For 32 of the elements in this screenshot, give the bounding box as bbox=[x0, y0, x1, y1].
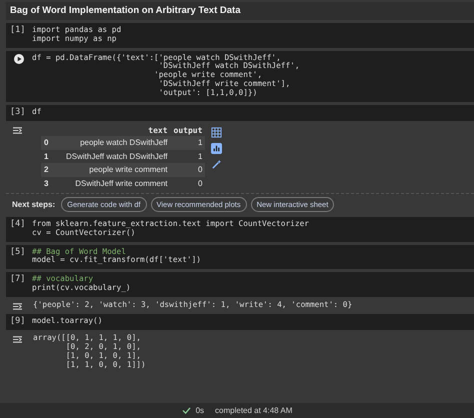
execution-count: [3] bbox=[10, 108, 26, 118]
run-duration: 0s bbox=[196, 406, 204, 415]
magic-wand-icon[interactable] bbox=[211, 159, 222, 170]
notebook-title: Bag of Word Implementation on Arbitrary Text Data bbox=[6, 2, 474, 20]
table-cell: 2 bbox=[41, 163, 63, 177]
chart-icon[interactable] bbox=[211, 143, 222, 154]
table-cell: 0 bbox=[41, 136, 63, 150]
run-button-icon[interactable] bbox=[14, 54, 24, 64]
column-header: output bbox=[170, 125, 206, 136]
table-cell: people watch DSwithJeff bbox=[63, 136, 171, 150]
table-cell: 1 bbox=[170, 150, 206, 164]
output-toggle-icon[interactable] bbox=[12, 126, 23, 136]
table-cell: 1 bbox=[41, 150, 63, 164]
column-header: text bbox=[63, 125, 171, 136]
output-toggle-icon[interactable] bbox=[12, 335, 23, 344]
status-text: completed at 4:48 AM bbox=[215, 406, 292, 415]
execution-count: [4] bbox=[10, 220, 26, 230]
execution-count: [9] bbox=[10, 316, 26, 326]
table-icon[interactable] bbox=[211, 127, 222, 138]
table-cell: 1 bbox=[170, 136, 206, 150]
execution-count: [5] bbox=[10, 248, 26, 258]
next-steps-label: Next steps: bbox=[12, 200, 56, 210]
check-icon bbox=[182, 407, 191, 414]
execution-count: [7] bbox=[10, 275, 26, 285]
execution-count: [1] bbox=[10, 26, 26, 36]
output-toggle-icon[interactable] bbox=[12, 302, 23, 311]
table-cell: people write comment bbox=[63, 163, 171, 177]
table-cell: 0 bbox=[170, 176, 206, 190]
table-cell: DSwithJeff watch DSwithJeff bbox=[63, 150, 171, 164]
table-cell: 3 bbox=[41, 176, 63, 190]
table-cell: 0 bbox=[170, 163, 206, 177]
table-cell: DSwithJeff write comment bbox=[63, 176, 171, 190]
